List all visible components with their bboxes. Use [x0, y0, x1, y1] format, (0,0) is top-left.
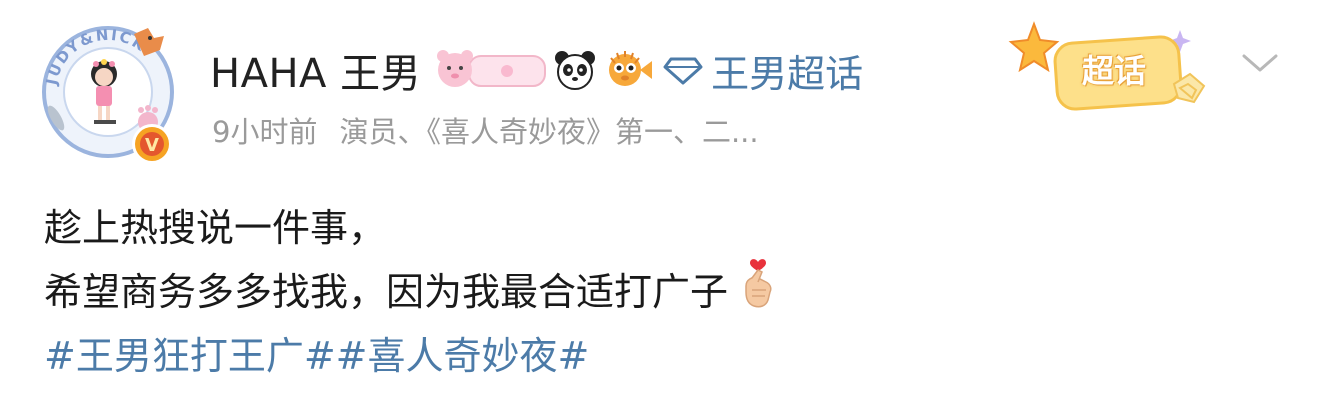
panda-icon — [553, 48, 597, 92]
post-body-line: 希望商务多多找我，因为我最合适打广子 — [44, 258, 1284, 324]
pink-bear-badge-icon[interactable] — [435, 48, 547, 92]
super-topic-label: 王男超话 — [711, 51, 864, 96]
hashtag-line[interactable]: #王男狂打王广##喜人奇妙夜# — [44, 324, 1284, 388]
username[interactable]: HAHA 王男 — [210, 41, 421, 99]
finger-heart-icon — [736, 256, 780, 329]
post-body: 趁上热搜说一件事， 希望商务多多找我，因为我最合适打广子 #王男狂打王广##喜人… — [44, 196, 1284, 388]
diamond-icon — [663, 57, 703, 85]
post-body-line-2: 希望商务多多找我，因为我最合适打广子 — [44, 270, 729, 314]
verified-badge-text: V — [145, 135, 159, 156]
post-time: 9小时前 — [212, 115, 318, 149]
post-body-line: 趁上热搜说一件事， — [44, 196, 1284, 260]
chaohua-sticker-text: 超话 — [1081, 52, 1146, 90]
avatar[interactable]: JUDY&NICK V — [38, 22, 178, 164]
post-body-line-1: 趁上热搜说一件事， — [44, 206, 387, 250]
weibo-post-card: JUDY&NICK V HAHA 王男 — [0, 0, 1320, 411]
chevron-down-icon[interactable] — [1240, 48, 1280, 78]
hashtags[interactable]: #王男狂打王广##喜人奇妙夜# — [44, 324, 589, 388]
name-row: HAHA 王男 王男超话 — [210, 40, 863, 100]
blowfish-icon — [603, 48, 653, 92]
meta-row: 9小时前 演员、《喜人奇妙夜》第一、二... — [212, 108, 759, 152]
verified-badge-icon: V — [132, 124, 172, 164]
super-topic-link[interactable]: 王男超话 — [663, 43, 863, 98]
post-source[interactable]: 演员、《喜人奇妙夜》第一、二... — [339, 109, 758, 151]
